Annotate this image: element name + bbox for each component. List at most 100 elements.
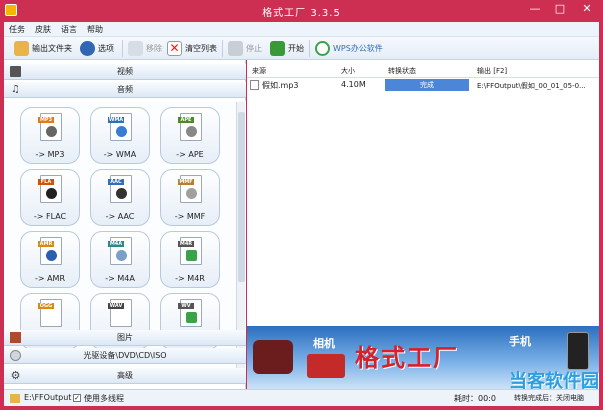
app-window: 格式工厂 3.3.5 — □ ✕ 任务 皮肤 语言 帮助 输出文件夹 选项 移除 ✕ … [0,0,603,410]
conversion-progress-bar: 完成 [385,79,469,91]
format-tile-amr[interactable]: AMR -> AMR [20,231,80,288]
audio-file-icon: OGG [38,299,62,327]
toolbar-divider [309,40,310,57]
gear-icon: ⚙ [10,369,21,382]
audio-file-icon: AAC [108,175,132,203]
format-tile-wma[interactable]: WMA -> WMA [90,107,150,164]
format-badge: OGG [38,303,54,309]
close-button[interactable]: ✕ [573,0,601,20]
wps-logo-icon [315,41,330,56]
options-icon [80,41,95,56]
title-bar: 格式工厂 3.3.5 — □ ✕ [0,0,603,22]
options-button[interactable]: 选项 [80,40,114,57]
menu-language[interactable]: 语言 [56,22,82,37]
category-video[interactable]: 视频 [4,64,246,80]
minimize-button[interactable]: — [523,0,547,20]
audio-file-icon: WV [178,299,202,327]
format-label: -> FLAC [33,212,67,221]
column-source[interactable]: 来源 [252,66,266,76]
format-label: -> AMR [34,274,66,283]
folder-icon [10,394,20,403]
category-rom-device[interactable]: 光驱设备\DVD\CD\ISO [4,348,246,364]
remove-button[interactable]: 移除 [128,40,162,57]
multithread-label: 使用多线程 [84,394,124,403]
audio-file-icon: M4A [108,237,132,265]
row-status: 完成 [420,81,434,89]
audio-file-icon: AMR [38,237,62,265]
format-label: -> M4A [105,274,135,283]
format-tile-ape[interactable]: APE -> APE [160,107,220,164]
format-label: -> APE [176,150,204,159]
format-tile-m4r[interactable]: M4R -> M4R [160,231,220,288]
audio-file-icon: WAV [108,299,132,327]
clear-x-icon: ✕ [167,41,182,56]
stop-icon [228,41,243,56]
format-badge: WV [178,303,194,309]
banner-phone-label: 手机 [509,335,531,348]
format-tile-flac[interactable]: FLA -> FLAC [20,169,80,226]
banner-title: 格式工厂 [355,343,459,372]
format-tile-m4a[interactable]: M4A -> M4A [90,231,150,288]
toolbar-divider [222,40,223,57]
picture-icon [10,332,21,343]
toolbar: 输出文件夹 选项 移除 ✕ 清空列表 停止 开始 WPS办公软件 [4,37,599,60]
banner-camera-label: 相机 [313,337,335,350]
column-status[interactable]: 转换状态 [388,66,416,76]
format-badge: WAV [108,303,124,309]
menu-help[interactable]: 帮助 [82,22,108,37]
camera-image [307,354,345,378]
format-label: -> M4R [175,274,205,283]
category-audio[interactable]: ♫ 音频 [4,82,246,98]
folder-icon [14,41,29,56]
music-note-icon: ♫ [11,84,20,95]
clear-list-button[interactable]: ✕ 清空列表 [167,40,217,57]
scrollbar-thumb[interactable] [238,112,245,282]
format-badge: WMA [108,117,124,123]
format-label: -> AAC [105,212,135,221]
format-badge: FLA [38,179,54,185]
format-badge: AMR [38,241,54,247]
row-output: E:\FFOutput\假如_00_01_05-0... [477,82,586,90]
start-button[interactable]: 开始 [270,40,304,57]
table-row[interactable]: 假如.mp3 4.10M 完成 E:\FFOutput\假如_00_01_05-… [247,78,599,92]
column-output[interactable]: 输出 [F2] [477,66,507,76]
output-folder-button[interactable]: 输出文件夹 [14,40,72,57]
output-path[interactable]: E:\FFOutput [24,393,71,402]
menu-skin[interactable]: 皮肤 [30,22,56,37]
format-badge: AAC [108,179,124,185]
remove-icon [128,41,143,56]
format-tile-aac[interactable]: AAC -> AAC [90,169,150,226]
task-table-header: 来源 大小 转换状态 输出 [F2] [247,64,599,78]
stop-button[interactable]: 停止 [228,40,262,57]
wps-button[interactable]: WPS办公软件 [315,40,383,57]
category-picture[interactable]: 图片 [4,330,246,346]
format-badge: M4A [108,241,124,247]
after-convert-option[interactable]: 转换完成后：关闭电脑 [514,393,584,403]
category-panel: 视频 ♫ 音频 MP3 -> MP3 WMA -> WMA APE -> APE… [4,60,246,389]
video-film-icon [10,66,21,77]
audio-file-icon: MMF [178,175,202,203]
window-title: 格式工厂 3.3.5 [262,8,341,19]
status-bar: E:\FFOutput ✓ 使用多线程 耗时：00:0 转换完成后：关闭电脑 [4,389,599,406]
menu-task[interactable]: 任务 [4,22,30,37]
audio-file-icon [250,80,259,90]
multithread-checkbox[interactable]: ✓ [73,394,81,402]
format-tile-mp3[interactable]: MP3 -> MP3 [20,107,80,164]
maximize-button[interactable]: □ [548,0,572,20]
format-badge: MMF [178,179,194,185]
task-list-panel: 来源 大小 转换状态 输出 [F2] 假如.mp3 4.10M 完成 E:\FF… [247,60,599,326]
audio-file-icon: MP3 [38,113,62,141]
format-tile-mmf[interactable]: MMF -> MMF [160,169,220,226]
format-badge: M4R [178,241,194,247]
category-advanced[interactable]: ⚙ 高级 [4,368,246,384]
audio-file-icon: M4R [178,237,202,265]
row-size: 4.10M [341,80,366,89]
elapsed-time: 耗时：00:0 [454,394,496,403]
disc-icon [10,350,21,361]
column-size[interactable]: 大小 [341,66,355,76]
audio-file-icon: APE [178,113,202,141]
promo-banner: 相机 格式工厂 手机 当客软件园 [247,326,599,392]
toolbar-divider [122,40,123,57]
row-source: 假如.mp3 [262,81,299,90]
format-label: -> MMF [174,212,206,221]
